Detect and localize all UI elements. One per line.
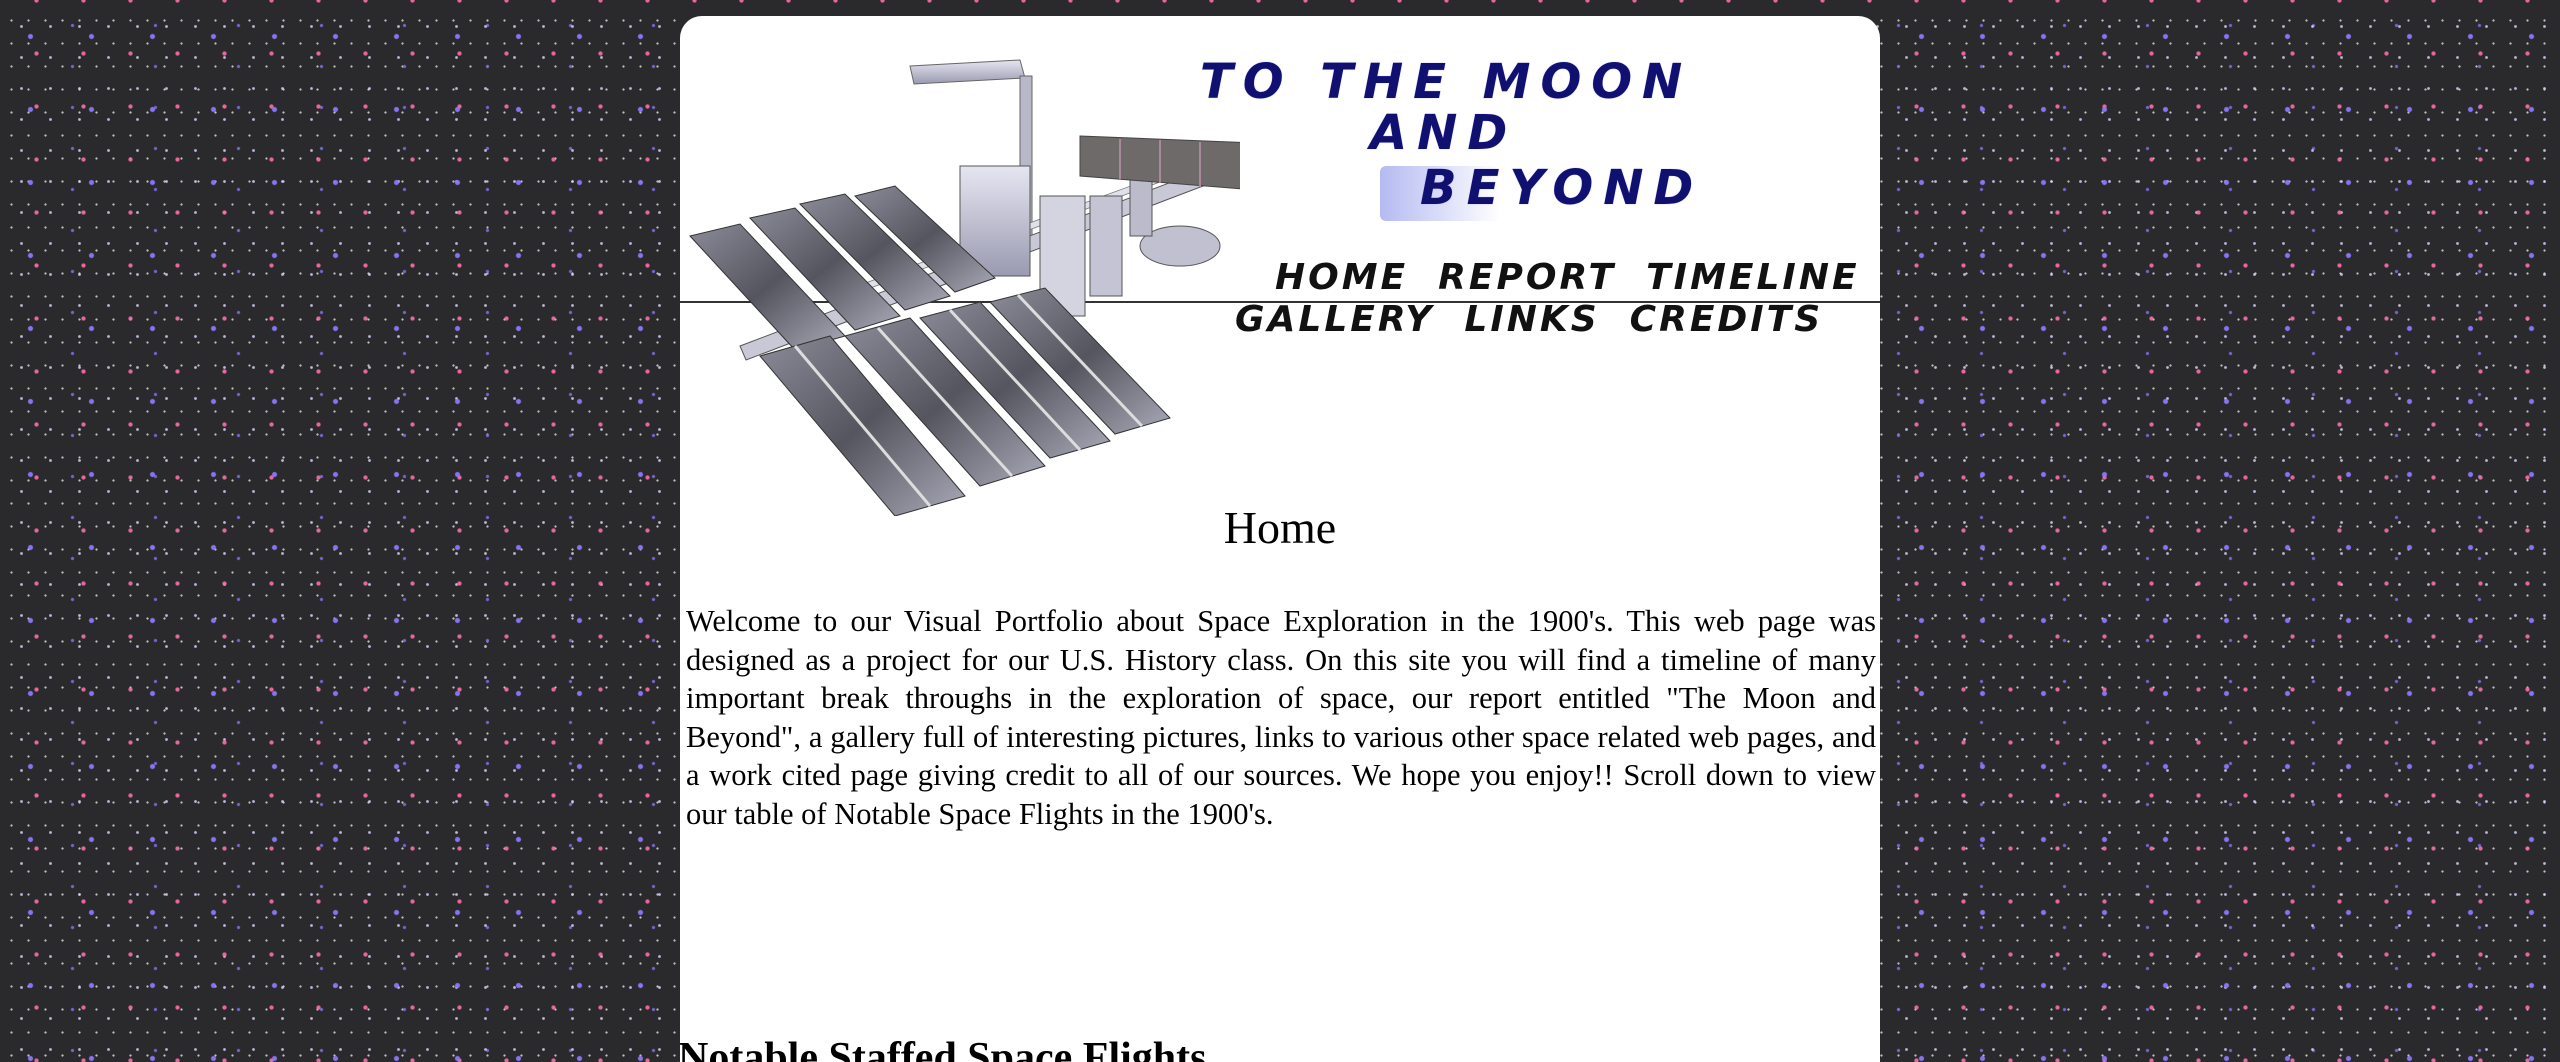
space-station-image (689, 59, 1240, 516)
site-title-line-3: Beyond (1420, 160, 1704, 216)
nav-link-home[interactable]: Home (1275, 260, 1408, 296)
nav-link-credits[interactable]: Credits (1630, 302, 1824, 338)
header-banner: To the Moon and Beyond Home Report Timel… (680, 16, 1880, 516)
nav-link-timeline[interactable]: Timeline (1646, 260, 1859, 296)
nav-link-links[interactable]: Links (1464, 302, 1599, 338)
main-nav-row-2: Gallery Links Credits (1235, 302, 1823, 338)
intro-paragraph: Welcome to our Visual Portfolio about Sp… (686, 604, 1876, 831)
nav-link-gallery[interactable]: Gallery (1235, 302, 1434, 338)
flights-table-heading: Notable Staffed Space Flights (680, 1035, 1207, 1062)
content-panel: To the Moon and Beyond Home Report Timel… (680, 16, 1880, 1062)
site-title-line-1: To the Moon (1200, 54, 1693, 110)
page-title: Home (1223, 502, 1337, 553)
site-title-line-2: and (1370, 105, 1518, 161)
page-body: { "header": { "title_lines": ["To the Mo… (0, 0, 2560, 1062)
main-nav-row-1: Home Report Timeline (1275, 260, 1860, 296)
nav-link-report[interactable]: Report (1438, 260, 1616, 296)
